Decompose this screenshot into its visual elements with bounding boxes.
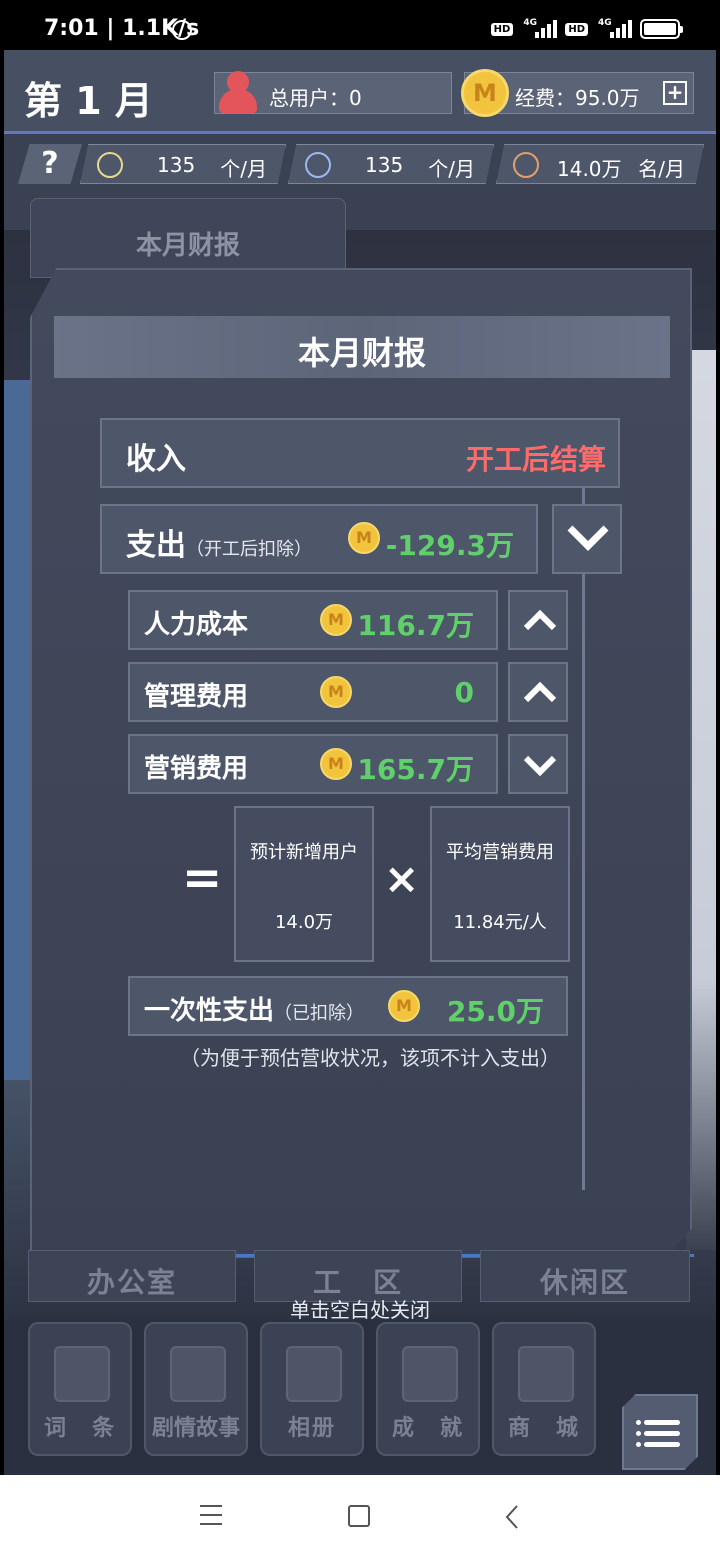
coin-icon: M	[320, 676, 352, 708]
coin-icon: M	[348, 522, 380, 554]
avg-marketing-value: 11.84元/人	[453, 912, 547, 933]
chevron-down-icon	[523, 755, 557, 777]
month-label: 第 1 月	[24, 79, 153, 123]
menu-button[interactable]	[622, 1394, 698, 1470]
trophy-icon	[402, 1346, 458, 1402]
dock-terms-button[interactable]: 词 条	[28, 1322, 132, 1456]
alarm-icon	[172, 20, 192, 40]
cost-label: 人力成本	[144, 610, 249, 640]
resource-talent[interactable]: 14.0万 名/月	[496, 144, 704, 184]
hd-badge: HD	[490, 22, 514, 36]
resource-unit: 个/月	[428, 157, 475, 181]
bottom-dock: 词 条 剧情故事 相册 成 就 商 城	[4, 1320, 716, 1475]
expense-value: -129.3万	[385, 529, 514, 562]
picture-icon	[286, 1346, 342, 1402]
funds-box[interactable]: M 经费：95.0万 +	[461, 69, 694, 117]
resource-unit: 名/月	[638, 157, 685, 181]
dock-story-button[interactable]: 剧情故事	[144, 1322, 248, 1456]
help-button[interactable]: ?	[18, 144, 82, 184]
marketing-toggle-button[interactable]	[508, 734, 568, 794]
resource-row: ? 135 个/月 135 个/月 14.0万 名/月	[18, 142, 708, 186]
chevron-up-icon	[523, 609, 557, 631]
management-toggle-button[interactable]	[508, 662, 568, 722]
one-time-value: 25.0万	[446, 995, 544, 1028]
new-users-title: 预计新增用户	[250, 842, 358, 863]
book-icon	[170, 1346, 226, 1402]
divider	[582, 480, 585, 1190]
new-users-box: 预计新增用户 14.0万	[234, 806, 374, 962]
resource-value: 14.0万	[557, 157, 622, 181]
cost-row-labor: 人力成本 M 116.7万	[128, 590, 498, 650]
coin-icon: M	[320, 604, 352, 636]
funds-label: 经费：95.0万	[515, 86, 640, 110]
footnote: （为便于预估营收状况，该项不计入支出）	[180, 1046, 560, 1070]
signal-icon: 4G	[521, 18, 558, 40]
status-icons: HD 4G HD 4G	[490, 18, 683, 40]
avg-marketing-title: 平均营销费用	[446, 842, 554, 863]
resource-value: 135	[157, 153, 196, 177]
total-users-label: 总用户：0	[269, 86, 362, 110]
cost-label: 管理费用	[144, 682, 249, 712]
expense-row: 支出（开工后扣除） M -129.3万	[100, 504, 538, 574]
panel-title: 本月财报	[297, 334, 426, 372]
cost-row-management: 管理费用 M 0	[128, 662, 498, 722]
one-time-expense-row: 一次性支出（已扣除） M 25.0万	[128, 976, 568, 1036]
chevron-down-icon	[567, 525, 609, 551]
coin-icon: M	[320, 748, 352, 780]
coin-icon: M	[388, 990, 420, 1022]
resource-unit: 个/月	[220, 157, 267, 181]
system-nav-bar	[0, 1475, 720, 1560]
panel-title-bar: 本月财报	[54, 316, 670, 378]
top-bar: 第 1 月 总用户：0 M 经费：95.0万 +	[4, 50, 716, 134]
report-tab-label: 本月财报	[135, 231, 240, 261]
resource-tech[interactable]: 135 个/月	[288, 144, 494, 184]
report-tab[interactable]: 本月财报	[30, 198, 346, 278]
status-bar: 7:01 | 1.1K/s HD 4G HD 4G	[0, 0, 720, 56]
dock-shop-button[interactable]: 商 城	[492, 1322, 596, 1456]
labor-toggle-button[interactable]	[508, 590, 568, 650]
game-screen: 第 1 月 总用户：0 M 经费：95.0万 + ? 135 个/月 135 个…	[4, 50, 716, 1475]
dock-achievements-button[interactable]: 成 就	[376, 1322, 480, 1456]
close-hint: 单击空白处关闭	[290, 1298, 430, 1322]
cost-value: 165.7万	[357, 753, 474, 786]
income-row: 收入 开工后结算	[100, 418, 620, 488]
income-label: 收入	[126, 442, 186, 477]
wrench-icon	[305, 152, 331, 178]
notebook-icon	[54, 1346, 110, 1402]
cost-row-marketing: 营销费用 M 165.7万	[128, 734, 498, 794]
add-funds-button[interactable]: +	[663, 81, 687, 105]
recent-apps-button[interactable]	[200, 1505, 222, 1532]
cost-label: 营销费用	[144, 754, 249, 784]
resource-value: 135	[365, 153, 404, 177]
signal-icon-2: 4G	[596, 18, 632, 40]
one-time-label: 一次性支出（已扣除）	[144, 996, 365, 1026]
total-users-box[interactable]: 总用户：0	[214, 71, 452, 114]
new-users-value: 14.0万	[274, 912, 334, 933]
back-button[interactable]	[504, 1503, 520, 1531]
chevron-up-icon	[523, 681, 557, 703]
monthly-report-panel: 本月财报 收入 开工后结算 支出（开工后扣除） M -129.3万 人力成本 M…	[30, 268, 692, 1258]
expense-label: 支出（开工后扣除）	[126, 528, 312, 563]
dock-album-button[interactable]: 相册	[260, 1322, 364, 1456]
times-sign: ×	[384, 854, 420, 903]
hd-badge-2: HD	[565, 22, 588, 36]
cost-value: 0	[454, 676, 474, 709]
person-icon	[513, 152, 539, 178]
lightbulb-icon	[97, 152, 123, 178]
income-value: 开工后结算	[465, 443, 606, 476]
cart-icon	[518, 1346, 574, 1402]
users-icon	[213, 67, 263, 115]
cost-value: 116.7万	[357, 609, 474, 642]
avg-marketing-box: 平均营销费用 11.84元/人	[430, 806, 570, 962]
coin-icon: M	[461, 69, 509, 117]
expense-toggle-button[interactable]	[552, 504, 622, 574]
battery-icon	[640, 19, 683, 39]
equals-sign: =	[182, 850, 223, 906]
home-button[interactable]	[348, 1505, 370, 1527]
resource-ideas[interactable]: 135 个/月	[80, 144, 286, 184]
